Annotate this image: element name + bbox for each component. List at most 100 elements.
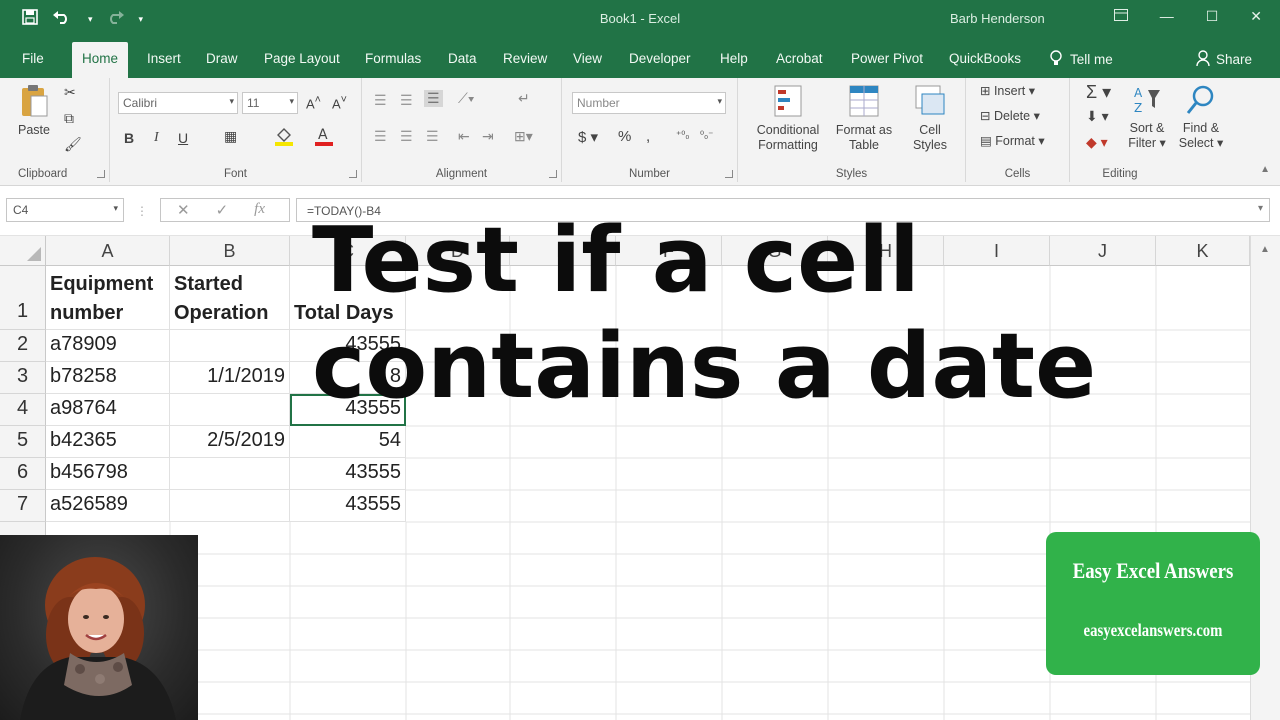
align-top-icon[interactable]: ☰ <box>374 92 387 109</box>
font-group: Calibri ▾ 11 ▾ A˄ A˅ B I U ▦ A Font <box>110 78 362 182</box>
ribbon-display-icon[interactable] <box>1113 8 1128 25</box>
increase-decimal-icon[interactable]: ⁺⁰₀ <box>676 130 689 141</box>
format-cells-button[interactable]: ▤ Format ▾ <box>980 134 1045 150</box>
number-launcher-icon[interactable] <box>725 170 733 178</box>
align-bottom-icon[interactable]: ☰ <box>424 90 443 107</box>
currency-icon[interactable]: $ ▾ <box>578 128 598 146</box>
overlay-line-2: contains a date <box>312 314 1097 419</box>
format-label: Format <box>995 134 1035 148</box>
share-label: Share <box>1216 52 1253 67</box>
tab-power-pivot[interactable]: Power Pivot <box>851 51 923 66</box>
insert-cells-icon: ⊞ <box>980 84 994 98</box>
tab-home[interactable]: Home <box>72 42 129 78</box>
font-launcher-icon[interactable] <box>349 170 357 178</box>
title-bar: ▾ ▾ Book1 - Excel Barb Henderson — ☐ ✕ <box>0 0 1280 40</box>
close-icon[interactable]: ✕ <box>1250 8 1262 25</box>
align-middle-icon[interactable]: ☰ <box>400 92 413 109</box>
cut-icon[interactable]: ✂ <box>64 84 76 101</box>
decrease-indent-icon[interactable]: ⇤ <box>458 128 470 145</box>
sort-filter-button[interactable]: AZ Sort & Filter ▾ <box>1122 84 1172 152</box>
window-controls: — ☐ ✕ <box>1113 8 1262 25</box>
name-box-value: C4 <box>13 203 29 217</box>
decrease-decimal-icon[interactable]: ⁰₀⁻ <box>700 130 713 141</box>
tab-quickbooks[interactable]: QuickBooks <box>949 51 1021 66</box>
tab-page-layout[interactable]: Page Layout <box>264 51 340 66</box>
font-color-icon[interactable]: A <box>314 126 334 149</box>
tell-me-search[interactable]: Tell me <box>1050 50 1113 69</box>
find-select-button[interactable]: Find & Select ▾ <box>1174 84 1228 152</box>
person-icon <box>1196 50 1210 69</box>
grow-font-icon[interactable]: A˄ <box>306 94 321 111</box>
tab-help[interactable]: Help <box>720 51 748 66</box>
maximize-icon[interactable]: ☐ <box>1206 8 1219 25</box>
tab-developer[interactable]: Developer <box>629 51 691 66</box>
overlay-line-1: Test if a cell <box>312 208 920 313</box>
tab-view[interactable]: View <box>573 51 602 66</box>
conditional-formatting-button[interactable]: Conditional Formatting <box>748 84 828 154</box>
orientation-icon[interactable]: ⟋▾ <box>458 90 475 107</box>
format-as-label-2: Table <box>849 138 879 153</box>
clipboard-launcher-icon[interactable] <box>97 170 105 178</box>
autosum-icon[interactable]: Σ ▾ <box>1086 82 1111 103</box>
copy-icon[interactable]: ⧉ <box>64 110 74 127</box>
window-title: Book1 - Excel <box>599 11 681 26</box>
paste-button[interactable]: Paste <box>14 84 54 138</box>
tab-formulas[interactable]: Formulas <box>365 51 421 66</box>
tab-file[interactable]: File <box>22 51 44 66</box>
percent-icon[interactable]: % <box>618 128 631 145</box>
font-name-select[interactable]: Calibri ▾ <box>118 92 238 114</box>
comma-style-icon[interactable]: , <box>646 128 650 145</box>
enter-icon[interactable]: ✓ <box>216 201 229 219</box>
cell-styles-label: Cell <box>919 122 941 137</box>
format-cells-icon: ▤ <box>980 134 996 148</box>
collapse-ribbon-icon[interactable]: ▲ <box>1260 164 1270 175</box>
formula-buttons: ✕ ✓ fx <box>160 198 290 222</box>
formula-bar-handle-icon[interactable]: ⋮ <box>136 204 148 218</box>
merge-center-icon[interactable]: ⊞▾ <box>514 128 533 145</box>
font-size-select[interactable]: 11 ▾ <box>242 92 298 114</box>
user-name[interactable]: Barb Henderson <box>950 11 1045 26</box>
increase-indent-icon[interactable]: ⇥ <box>482 128 494 145</box>
presenter-portrait <box>20 557 176 720</box>
underline-button[interactable]: U <box>178 130 188 146</box>
chevron-down-icon: ▾ <box>289 96 294 106</box>
format-painter-icon[interactable]: 🖌 <box>64 136 82 153</box>
number-format-select[interactable]: Number ▾ <box>572 92 726 114</box>
cancel-icon[interactable]: ✕ <box>177 201 190 219</box>
insert-cells-button[interactable]: ⊞ Insert ▾ <box>980 84 1035 100</box>
svg-text:Z: Z <box>1134 101 1142 115</box>
tab-draw[interactable]: Draw <box>206 51 238 66</box>
italic-button[interactable]: I <box>154 130 159 146</box>
alignment-group-label: Alignment <box>435 168 488 180</box>
cell-styles-button[interactable]: Cell Styles <box>902 84 958 154</box>
shrink-font-icon[interactable]: A˅ <box>332 94 347 111</box>
paste-label: Paste <box>18 122 50 137</box>
format-as-label: Format as <box>835 122 893 137</box>
insert-function-icon[interactable]: fx <box>254 201 265 219</box>
delete-cells-button[interactable]: ⊟ Delete ▾ <box>980 109 1040 125</box>
svg-text:A: A <box>1134 86 1143 100</box>
tab-acrobat[interactable]: Acrobat <box>776 51 823 66</box>
scroll-up-icon[interactable]: ▲ <box>1260 244 1270 255</box>
alignment-launcher-icon[interactable] <box>549 170 557 178</box>
minimize-icon[interactable]: — <box>1160 8 1174 25</box>
conditional-label: Conditional <box>756 122 820 137</box>
wrap-text-icon[interactable]: ↵ <box>518 90 530 107</box>
bold-button[interactable]: B <box>124 130 134 146</box>
alignment-group: ☰ ☰ ☰ ⟋▾ ↵ ☰ ☰ ☰ ⇤ ⇥ ⊞▾ Alignment <box>362 78 562 182</box>
tab-insert[interactable]: Insert <box>147 51 181 66</box>
expand-formula-bar-icon[interactable]: ▾ <box>1258 203 1263 214</box>
tab-review[interactable]: Review <box>503 51 547 66</box>
align-right-icon[interactable]: ☰ <box>426 128 439 145</box>
fill-color-icon[interactable] <box>274 126 294 149</box>
align-center-icon[interactable]: ☰ <box>400 128 413 145</box>
editing-group: Σ ▾ ⬇ ▾ ◆ ▾ AZ Sort & Filter ▾ Find & Se… <box>1070 78 1240 182</box>
borders-icon[interactable]: ▦ <box>224 128 237 145</box>
format-as-table-button[interactable]: Format as Table <box>832 84 896 154</box>
share-button[interactable]: Share <box>1196 50 1252 69</box>
fill-icon[interactable]: ⬇ ▾ <box>1086 108 1109 125</box>
name-box[interactable]: C4 ▾ <box>6 198 124 222</box>
tab-data[interactable]: Data <box>448 51 477 66</box>
align-left-icon[interactable]: ☰ <box>374 128 387 145</box>
clear-icon[interactable]: ◆ ▾ <box>1086 134 1108 151</box>
